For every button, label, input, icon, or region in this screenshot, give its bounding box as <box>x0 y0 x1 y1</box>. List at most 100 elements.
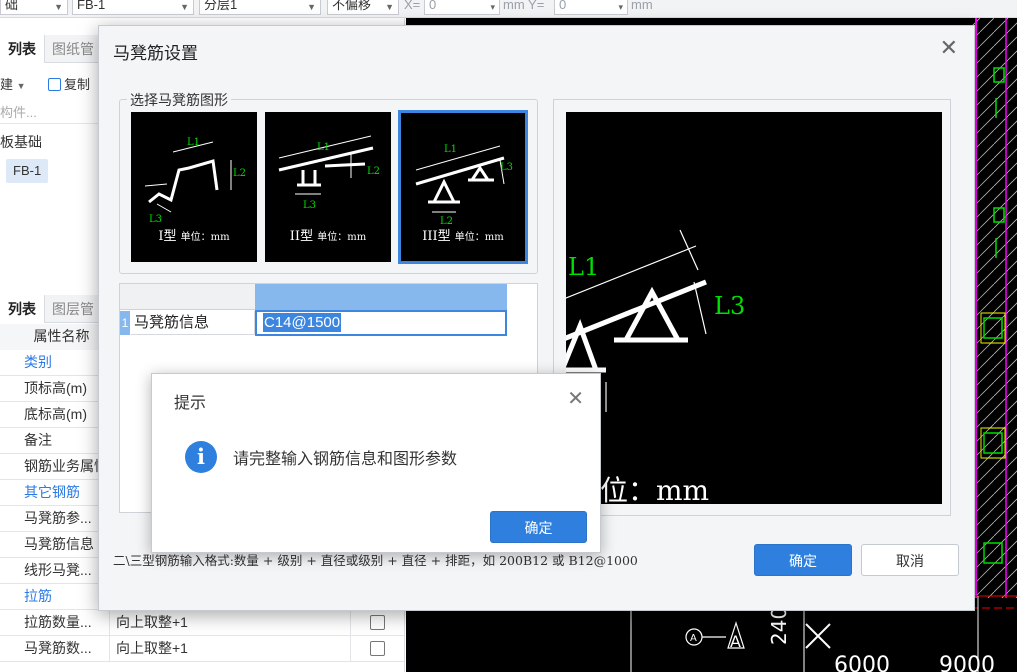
copy-icon <box>48 78 61 91</box>
property-name: 拉筋 <box>0 584 110 610</box>
shape-3-l3-label: L3 <box>500 162 513 173</box>
y-input[interactable]: 0 ▾ <box>554 0 628 15</box>
top-toolbar: 础 ▼ FB-1 ▼ 分层1 ▼ 不偏移 ▼ X= 0 ▾ mm Y= 0 ▾ … <box>0 0 1017 18</box>
shape-3-type: III型 <box>422 229 451 244</box>
copy-button[interactable]: 复制 <box>48 74 90 93</box>
chevron-down-icon: ▾ <box>490 2 495 12</box>
property-row[interactable]: 拉筋数量... 向上取整+1 <box>0 610 404 636</box>
cancel-button[interactable]: 取消 <box>861 544 959 576</box>
unit-label: mm <box>631 0 653 12</box>
shape-3-unit: 单位：mm <box>454 232 504 243</box>
component-combo[interactable]: FB-1 ▼ <box>72 0 194 15</box>
shape-option-type-1[interactable]: L1 L2 L3 I型 单位：mm <box>131 112 257 262</box>
rebar-info-input[interactable]: C14@1500 <box>255 310 507 336</box>
tree-item-fb1[interactable]: FB-1 <box>6 159 49 183</box>
shape-preview-canvas: L1 L3 单位：mm <box>566 112 942 504</box>
property-name: 钢筋业务属性 <box>0 454 110 480</box>
shape-option-type-3[interactable]: L1 L2 L3 III型 单位：mm <box>398 110 528 264</box>
shape-1-l2-label: L2 <box>233 168 246 179</box>
shape-2-l1-label: L1 <box>317 142 330 153</box>
property-name: 马凳筋数... <box>0 636 110 662</box>
info-icon: i <box>185 441 217 473</box>
alert-title: 提示 <box>174 395 207 412</box>
preview-l1-label: L1 <box>568 253 599 281</box>
shape-2-type: II型 <box>289 229 314 244</box>
shape-3-caption: III型 单位：mm <box>400 225 526 244</box>
tab-drawings[interactable]: 图纸管 <box>44 35 102 63</box>
grid-header-value-column[interactable] <box>255 284 507 310</box>
axis-marker-a: A <box>690 633 697 644</box>
property-value[interactable]: 向上取整+1 <box>111 636 351 662</box>
new-button[interactable]: 建 ▼ <box>0 74 26 93</box>
component-combo-value: FB-1 <box>77 0 106 12</box>
property-name: 顶标高(m) <box>0 376 110 402</box>
ok-button[interactable]: 确定 <box>754 544 852 576</box>
chevron-down-icon: ▼ <box>385 2 394 12</box>
grid-row-number: 1 <box>120 311 130 335</box>
shape-group-label: 选择马凳筋图形 <box>127 90 231 110</box>
axis-label-a: A <box>730 632 741 651</box>
chevron-down-icon: ▼ <box>307 2 316 12</box>
offset-combo[interactable]: 不偏移 ▼ <box>327 0 399 15</box>
property-row[interactable]: 马凳筋数... 向上取整+1 <box>0 636 404 662</box>
shape-2-unit: 单位：mm <box>317 232 367 243</box>
shape-1-type: I型 <box>158 229 177 244</box>
shape-1-caption: I型 单位：mm <box>131 225 257 244</box>
property-extra <box>352 610 404 636</box>
property-name: 其它钢筋 <box>0 480 110 506</box>
new-label: 建 <box>0 77 14 92</box>
property-name: 马凳筋参... <box>0 506 110 532</box>
x-label: X= <box>404 0 421 12</box>
property-name: 马凳筋信息 <box>0 532 110 558</box>
x-input-value: 0 <box>429 0 437 12</box>
tab-property-list[interactable]: 列表 <box>0 295 45 323</box>
chevron-down-icon: ▼ <box>54 2 63 12</box>
category-combo-value: 础 <box>5 0 19 12</box>
property-name: 类别 <box>0 350 110 376</box>
property-name-header: 属性名称 <box>0 324 110 350</box>
chevron-down-icon: ▼ <box>180 2 189 12</box>
shape-2-l3-label: L3 <box>303 200 316 211</box>
alert-message: 请完整输入钢筋信息和图形参数 <box>233 451 458 468</box>
preview-l3-label: L3 <box>714 292 745 320</box>
property-checkbox[interactable] <box>370 615 385 630</box>
hatched-wall <box>972 18 1017 598</box>
property-extra <box>352 636 404 662</box>
dimension-9000: 9000 <box>939 653 995 672</box>
copy-label: 复制 <box>64 77 91 92</box>
chevron-down-icon: ▼ <box>16 81 26 91</box>
alert-dialog: 提示 ✕ i 请完整输入钢筋信息和图形参数 确定 <box>151 373 601 553</box>
shape-2-caption: II型 单位：mm <box>265 225 391 244</box>
dimension-6000: 6000 <box>834 653 890 672</box>
shape-option-type-2[interactable]: L1 L2 L3 II型 单位：mm <box>265 112 391 262</box>
property-name: 线形马凳... <box>0 558 110 584</box>
category-combo[interactable]: 础 ▼ <box>0 0 68 15</box>
close-icon[interactable]: ✕ <box>567 386 584 411</box>
shape-1-unit: 单位：mm <box>180 232 230 243</box>
y-input-value: 0 <box>559 0 567 12</box>
rebar-info-value: C14@1500 <box>263 313 342 332</box>
tab-list[interactable]: 列表 <box>0 35 45 63</box>
property-name: 拉筋数量... <box>0 610 110 636</box>
shape-1-l3-label: L3 <box>149 214 162 225</box>
grid-cell-name: 马凳筋信息 <box>131 311 255 335</box>
shape-preview-panel: L1 L3 单位：mm <box>553 99 951 516</box>
shape-2-l2-label: L2 <box>367 166 380 177</box>
property-value[interactable]: 向上取整+1 <box>111 610 351 636</box>
shape-3-l1-label: L1 <box>444 144 457 155</box>
tree-item-slab-foundation[interactable]: 板基础 <box>0 132 42 152</box>
dimension-2400: 240 <box>767 607 791 645</box>
property-checkbox[interactable] <box>370 641 385 656</box>
x-input[interactable]: 0 ▾ <box>424 0 500 15</box>
close-icon[interactable]: ✕ <box>940 37 958 59</box>
y-label: mm Y= <box>503 0 545 12</box>
dialog-title: 马凳筋设置 <box>113 44 198 63</box>
chevron-down-icon: ▾ <box>618 2 623 12</box>
alert-ok-button[interactable]: 确定 <box>490 511 587 543</box>
property-name: 备注 <box>0 428 110 454</box>
layer-combo[interactable]: 分层1 ▼ <box>199 0 321 15</box>
shape-1-l1-label: L1 <box>187 137 200 148</box>
shape-preview-diagram: L1 L3 单位：mm <box>566 229 745 504</box>
tab-layer-manager[interactable]: 图层管 <box>44 295 102 323</box>
offset-combo-value: 不偏移 <box>332 0 372 12</box>
